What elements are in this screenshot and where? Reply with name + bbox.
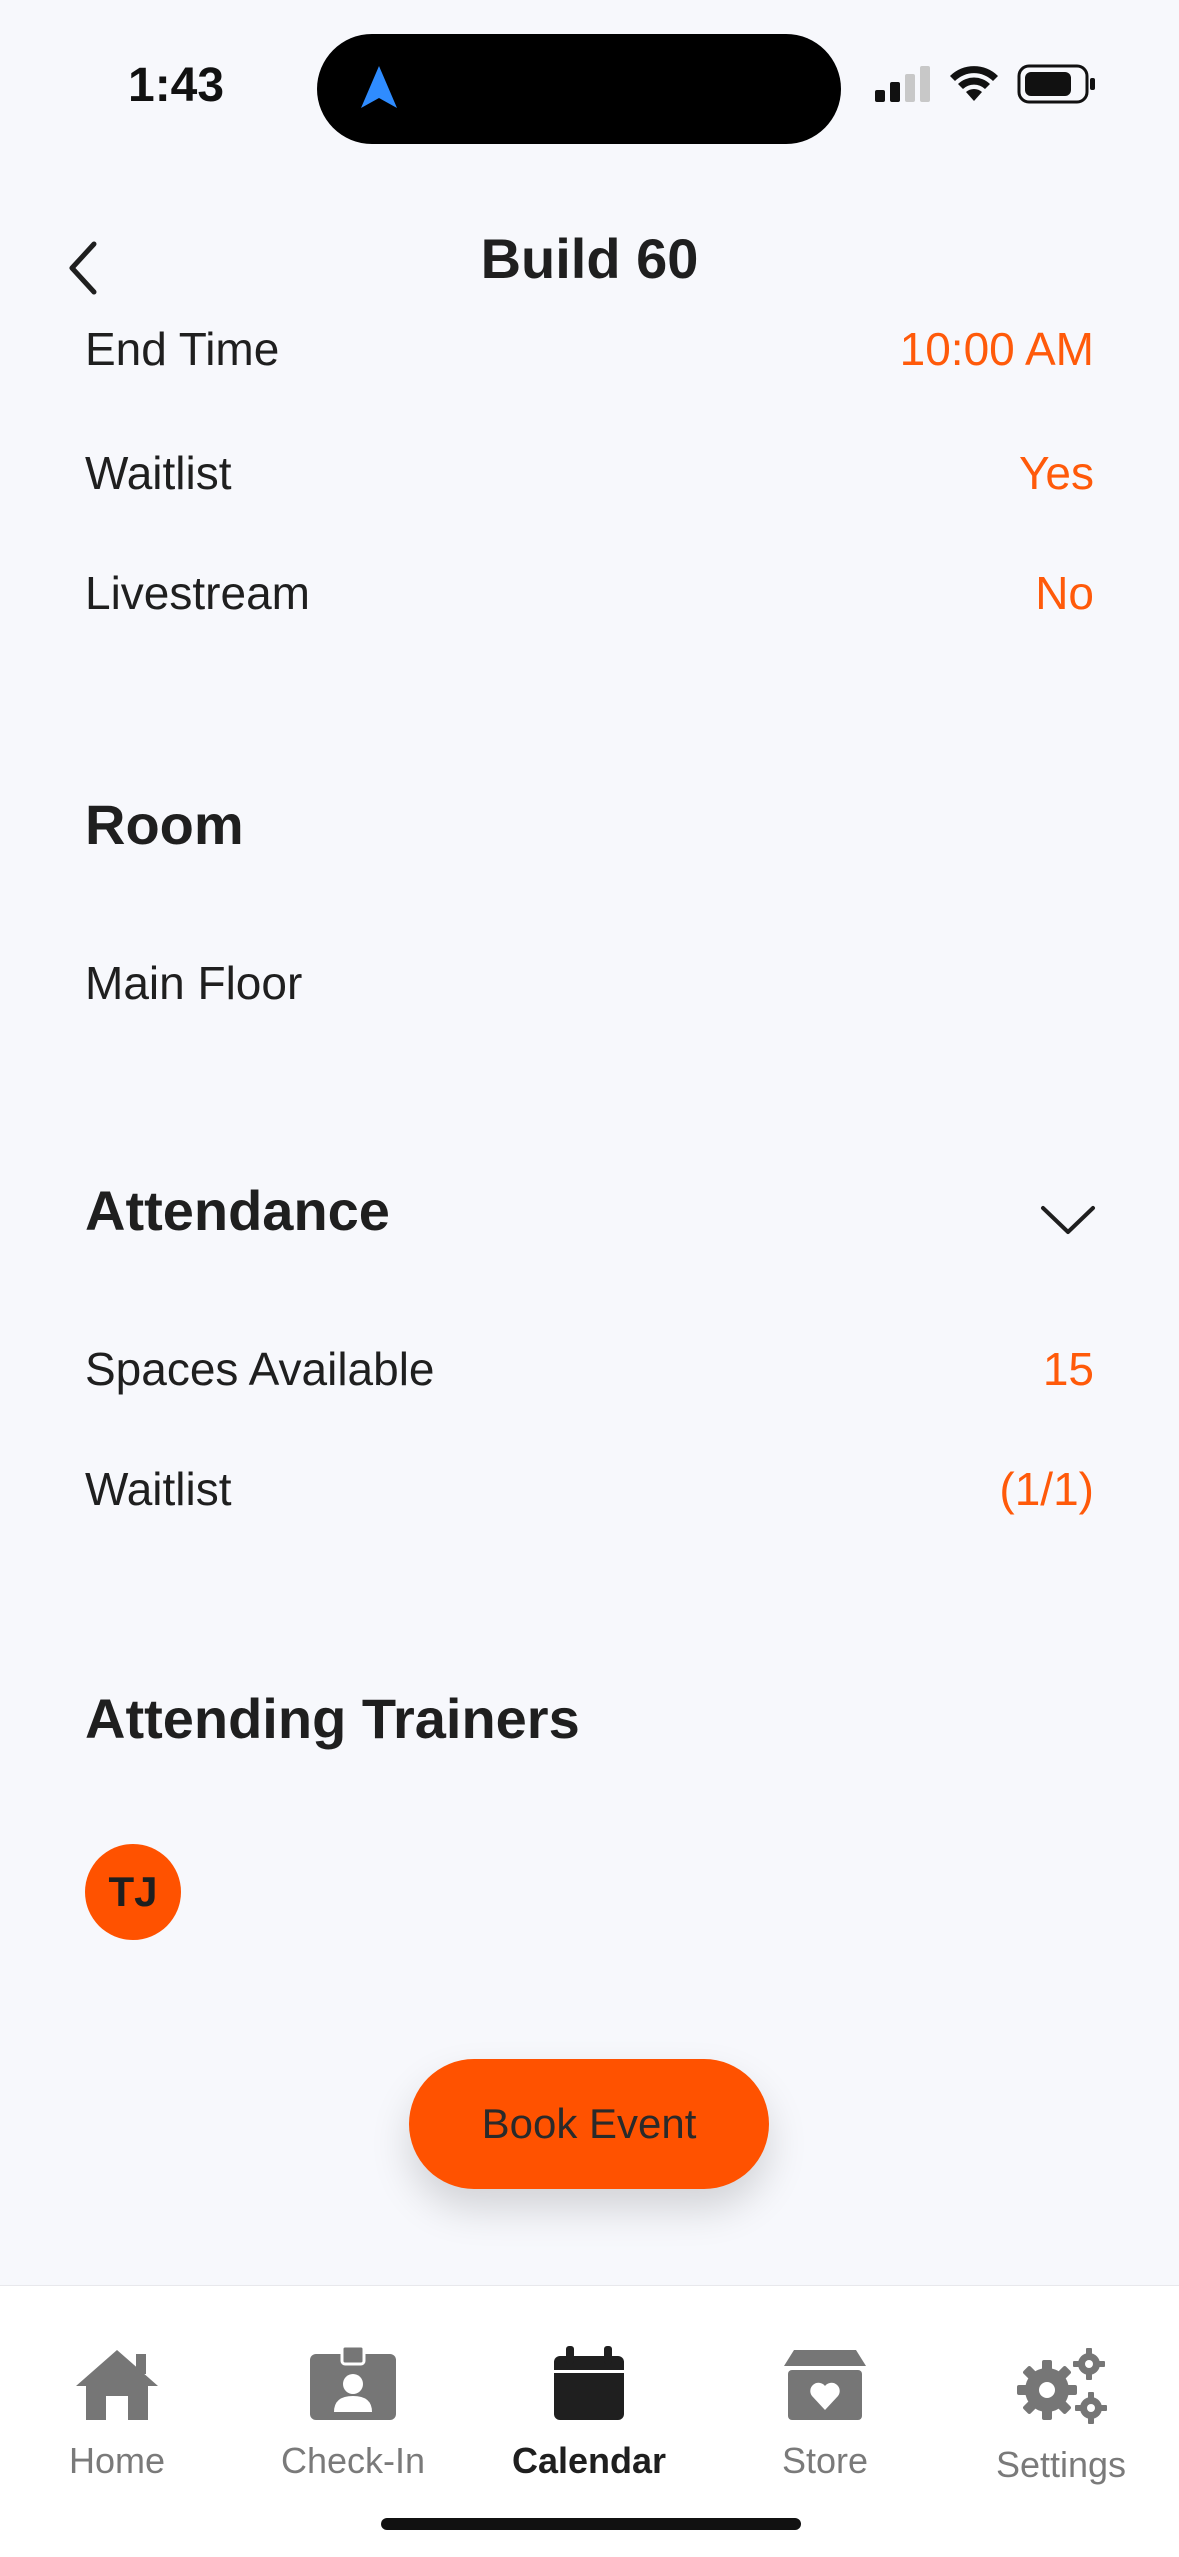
gears-icon — [1017, 2348, 1107, 2424]
signal-icon — [875, 66, 930, 102]
detail-value: No — [1035, 567, 1094, 619]
book-event-button[interactable]: Book Event — [409, 2059, 769, 2189]
tab-settings[interactable]: Settings — [961, 2346, 1161, 2486]
tab-home[interactable]: Home — [17, 2346, 217, 2482]
attendance-row-waitlist: Waitlist (1/1) — [85, 1462, 1094, 1516]
event-details-scroll[interactable]: End Time 10:00 AM Waitlist Yes Livestrea… — [0, 330, 1179, 2285]
calendar-icon — [554, 2346, 624, 2420]
attendance-value: (1/1) — [999, 1463, 1094, 1515]
status-time: 1:43 — [128, 59, 225, 112]
detail-row-waitlist: Waitlist Yes — [85, 446, 1094, 500]
detail-value: 10:00 AM — [899, 330, 1094, 375]
attendance-value: 15 — [1042, 1343, 1094, 1395]
tab-calendar[interactable]: Calendar — [489, 2346, 689, 2482]
detail-row-end-time: End Time 10:00 AM — [85, 330, 1094, 376]
chevron-down-icon[interactable] — [1039, 1202, 1097, 1238]
badge-icon — [310, 2346, 396, 2420]
page-title: Build 60 — [480, 227, 699, 290]
home-icon — [76, 2350, 158, 2420]
tab-label: Store — [781, 2440, 869, 2481]
attendance-row-spaces: Spaces Available 15 — [85, 1342, 1094, 1396]
tab-store[interactable]: Store — [725, 2346, 925, 2482]
room-name-row: Main Floor — [85, 956, 1094, 1010]
battery-icon — [1017, 64, 1095, 104]
tab-label: Home — [68, 2440, 166, 2481]
tab-label: Check-In — [280, 2440, 426, 2481]
trainers-section-title: Attending Trainers — [85, 1687, 580, 1750]
detail-value: Yes — [1018, 447, 1094, 499]
detail-label: End Time — [85, 330, 280, 375]
detail-label: Waitlist — [85, 447, 232, 499]
wifi-icon — [950, 66, 998, 101]
attendance-label: Spaces Available — [85, 1343, 435, 1395]
tab-bar: Home Check-In Calendar Store Settings — [0, 2285, 1179, 2557]
location-arrow-icon — [361, 66, 397, 108]
attendance-label: Waitlist — [85, 1463, 232, 1515]
dynamic-island — [317, 34, 841, 144]
detail-label: Livestream — [85, 567, 310, 619]
room-section-title: Room — [85, 793, 244, 856]
attendance-section-title: Attendance — [85, 1179, 390, 1242]
status-icons — [875, 64, 1097, 104]
home-indicator — [381, 2518, 801, 2530]
detail-row-livestream: Livestream No — [85, 566, 1094, 620]
trainer-avatar[interactable]: TJ — [85, 1844, 181, 1940]
tab-label: Settings — [995, 2444, 1127, 2485]
room-name: Main Floor — [85, 957, 303, 1009]
tab-check-in[interactable]: Check-In — [253, 2346, 453, 2482]
store-icon — [784, 2350, 866, 2420]
tab-label: Calendar — [511, 2440, 667, 2481]
